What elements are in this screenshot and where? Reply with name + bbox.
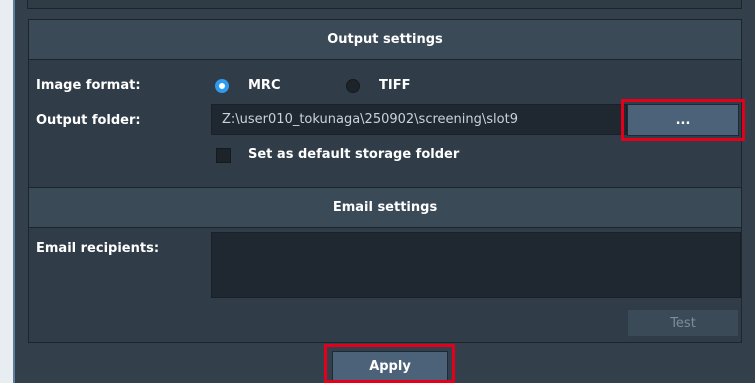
format-radio-tiff[interactable] — [346, 79, 360, 93]
browse-folder-button[interactable]: ... — [627, 104, 739, 136]
email-recipients-field[interactable] — [211, 232, 741, 298]
email-settings-header: Email settings — [29, 188, 741, 228]
format-radio-mrc-label[interactable]: MRC — [248, 78, 281, 93]
test-email-button[interactable]: Test — [627, 309, 739, 337]
background-strip — [0, 0, 13, 383]
format-radio-mrc[interactable] — [215, 79, 229, 93]
apply-button[interactable]: Apply — [332, 351, 448, 382]
output-folder-field[interactable]: Z:\user010_tokunaga\250902\screening\slo… — [211, 104, 627, 135]
default-storage-checkbox[interactable] — [216, 148, 231, 163]
image-format-label: Image format: — [36, 78, 141, 93]
email-recipients-label: Email recipients: — [36, 241, 160, 256]
output-folder-label: Output folder: — [36, 113, 141, 128]
default-storage-label[interactable]: Set as default storage folder — [248, 147, 459, 162]
app-root: Output settings Image format: MRC TIFF O… — [0, 0, 755, 383]
format-radio-tiff-label[interactable]: TIFF — [379, 78, 410, 93]
output-settings-header: Output settings — [29, 20, 741, 60]
previous-section-edge — [27, 0, 742, 9]
